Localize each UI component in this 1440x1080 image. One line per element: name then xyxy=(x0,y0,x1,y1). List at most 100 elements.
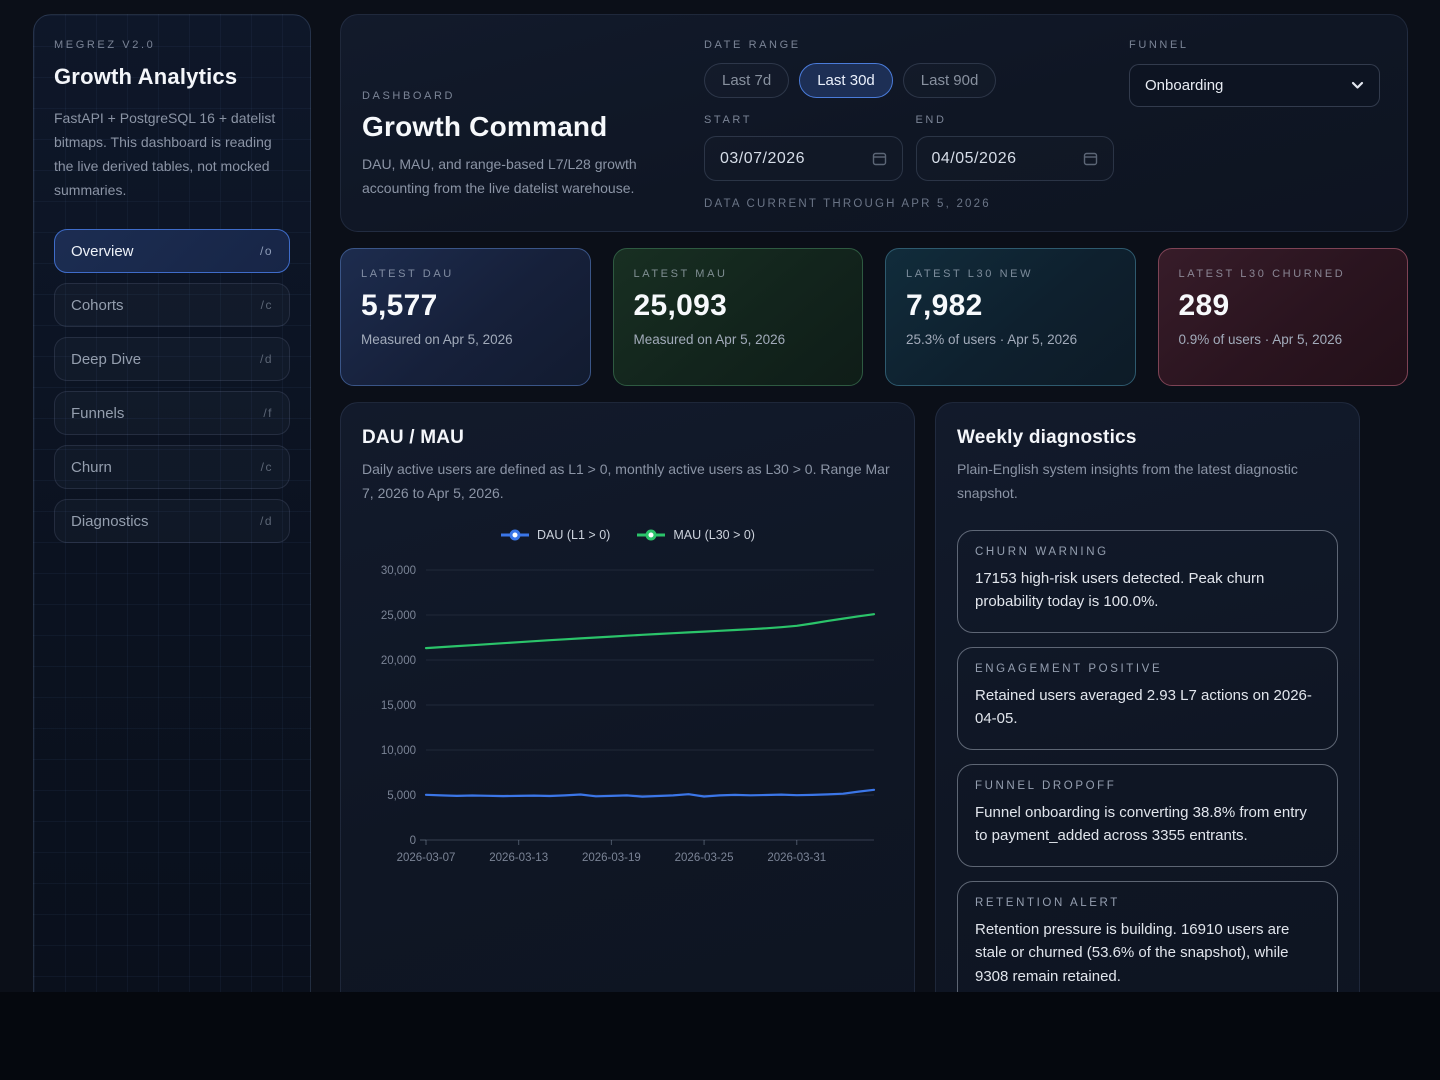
stat-subtext: 0.9% of users · Apr 5, 2026 xyxy=(1179,332,1388,347)
sidebar-item-shortcut: /f xyxy=(263,406,273,420)
sidebar-item-shortcut: /d xyxy=(260,514,273,528)
stats-row: LATEST DAU 5,577 Measured on Apr 5, 2026… xyxy=(340,248,1408,386)
start-date-value: 03/07/2026 xyxy=(720,150,805,168)
sidebar-item-label: Churn xyxy=(71,459,112,476)
bottom-row: DAU / MAU Daily active users are defined… xyxy=(340,402,1408,992)
range-last-90d-button[interactable]: Last 90d xyxy=(903,63,997,98)
x-axis-tick-label: 2026-03-07 xyxy=(397,852,456,864)
sidebar-description: FastAPI + PostgreSQL 16 + datelist bitma… xyxy=(54,106,290,202)
diagnostic-card-title: CHURN WARNING xyxy=(975,546,1320,558)
diagnostic-card-title: RETENTION ALERT xyxy=(975,897,1320,909)
sidebar-nav: Overview /o Cohorts /c Deep Dive /d Funn… xyxy=(54,229,290,543)
diagnostic-card-churn-warning: CHURN WARNING 17153 high-risk users dete… xyxy=(957,530,1338,633)
stat-value: 25,093 xyxy=(634,289,843,323)
header-left: DASHBOARD Growth Command DAU, MAU, and r… xyxy=(362,90,672,201)
sidebar-item-churn[interactable]: Churn /c xyxy=(54,445,290,489)
brand-label: MEGREZ V2.0 xyxy=(54,39,290,51)
sidebar-item-label: Funnels xyxy=(71,405,124,422)
series-line xyxy=(426,614,874,648)
date-controls: DATE RANGE Last 7d Last 30d Last 90d STA… xyxy=(704,39,1114,210)
funnel-selected-value: Onboarding xyxy=(1145,77,1223,94)
start-date-input[interactable]: 03/07/2026 xyxy=(704,136,903,181)
diagnostic-card-retention-alert: RETENTION ALERT Retention pressure is bu… xyxy=(957,881,1338,992)
range-last-30d-button[interactable]: Last 30d xyxy=(799,63,893,98)
stat-card-latest-l30-new: LATEST L30 NEW 7,982 25.3% of users · Ap… xyxy=(885,248,1136,386)
sidebar-item-label: Deep Dive xyxy=(71,351,141,368)
diagnostics-title: Weekly diagnostics xyxy=(957,427,1338,449)
x-axis-tick-label: 2026-03-13 xyxy=(489,852,548,864)
end-date-value: 04/05/2026 xyxy=(932,150,1017,168)
page-description: DAU, MAU, and range-based L7/L28 growth … xyxy=(362,153,672,201)
diagnostic-card-body: Funnel onboarding is converting 38.8% fr… xyxy=(975,801,1320,848)
chart-description: Daily active users are defined as L1 > 0… xyxy=(362,458,893,506)
diagnostics-description: Plain-English system insights from the l… xyxy=(957,458,1338,506)
main-content: DASHBOARD Growth Command DAU, MAU, and r… xyxy=(340,14,1408,992)
diagnostic-card-body: 17153 high-risk users detected. Peak chu… xyxy=(975,567,1320,614)
sidebar-item-shortcut: /c xyxy=(261,298,273,312)
legend-item: DAU (L1 > 0) xyxy=(500,528,610,542)
range-last-7d-button[interactable]: Last 7d xyxy=(704,63,789,98)
stat-card-latest-mau: LATEST MAU 25,093 Measured on Apr 5, 202… xyxy=(613,248,864,386)
sidebar-item-shortcut: /d xyxy=(260,352,273,366)
chart-legend: DAU (L1 > 0) MAU (L30 > 0) xyxy=(362,528,893,542)
chart-title: DAU / MAU xyxy=(362,427,893,449)
chevron-down-icon xyxy=(1351,81,1364,90)
app-viewport: MEGREZ V2.0 Growth Analytics FastAPI + P… xyxy=(0,0,1440,992)
sidebar-item-overview[interactable]: Overview /o xyxy=(54,229,290,273)
sidebar: MEGREZ V2.0 Growth Analytics FastAPI + P… xyxy=(33,14,311,992)
end-date-field: END 04/05/2026 xyxy=(916,114,1115,181)
dau-mau-panel: DAU / MAU Daily active users are defined… xyxy=(340,402,915,992)
funnel-select[interactable]: Onboarding xyxy=(1129,64,1380,107)
start-date-field: START 03/07/2026 xyxy=(704,114,903,181)
y-axis-tick-label: 25,000 xyxy=(381,610,416,622)
diagnostic-card-title: FUNNEL DROPOFF xyxy=(975,780,1320,792)
weekly-diagnostics-panel: Weekly diagnostics Plain-English system … xyxy=(935,402,1360,992)
dashboard-eyebrow: DASHBOARD xyxy=(362,90,672,102)
x-axis-tick-label: 2026-03-19 xyxy=(582,852,641,864)
start-label: START xyxy=(704,114,903,126)
y-axis-tick-label: 5,000 xyxy=(387,790,416,802)
page-title: Growth Command xyxy=(362,111,672,143)
sidebar-item-cohorts[interactable]: Cohorts /c xyxy=(54,283,290,327)
stat-card-latest-l30-churned: LATEST L30 CHURNED 289 0.9% of users · A… xyxy=(1158,248,1409,386)
calendar-icon[interactable] xyxy=(1083,151,1098,166)
stat-label: LATEST MAU xyxy=(634,268,843,280)
diagnostic-card-funnel-dropoff: FUNNEL DROPOFF Funnel onboarding is conv… xyxy=(957,764,1338,867)
y-axis-tick-label: 30,000 xyxy=(381,565,416,577)
stat-label: LATEST L30 CHURNED xyxy=(1179,268,1388,280)
header-card: DASHBOARD Growth Command DAU, MAU, and r… xyxy=(340,14,1408,232)
stat-subtext: Measured on Apr 5, 2026 xyxy=(361,332,570,347)
calendar-icon[interactable] xyxy=(872,151,887,166)
stat-value: 7,982 xyxy=(906,289,1115,323)
y-axis-tick-label: 10,000 xyxy=(381,745,416,757)
y-axis-tick-label: 0 xyxy=(410,835,416,847)
legend-item: MAU (L30 > 0) xyxy=(636,528,755,542)
diagnostic-card-title: ENGAGEMENT POSITIVE xyxy=(975,663,1320,675)
x-axis-tick-label: 2026-03-25 xyxy=(675,852,734,864)
end-label: END xyxy=(916,114,1115,126)
stat-label: LATEST L30 NEW xyxy=(906,268,1115,280)
date-range-buttons: Last 7d Last 30d Last 90d xyxy=(704,63,1114,98)
diagnostic-card-engagement-positive: ENGAGEMENT POSITIVE Retained users avera… xyxy=(957,647,1338,750)
diagnostic-card-body: Retention pressure is building. 16910 us… xyxy=(975,918,1320,989)
sidebar-item-diagnostics[interactable]: Diagnostics /d xyxy=(54,499,290,543)
legend-marker-icon xyxy=(500,529,530,541)
x-axis-tick-label: 2026-03-31 xyxy=(767,852,826,864)
sidebar-item-label: Overview xyxy=(71,243,134,260)
stat-value: 5,577 xyxy=(361,289,570,323)
funnel-control: FUNNEL Onboarding xyxy=(1129,39,1380,107)
series-line xyxy=(426,789,874,796)
sidebar-item-label: Diagnostics xyxy=(71,513,149,530)
sidebar-item-funnels[interactable]: Funnels /f xyxy=(54,391,290,435)
legend-label: DAU (L1 > 0) xyxy=(537,528,610,542)
dates-row: START 03/07/2026 END 04/05/2026 xyxy=(704,114,1114,181)
sidebar-item-shortcut: /c xyxy=(261,460,273,474)
end-date-input[interactable]: 04/05/2026 xyxy=(916,136,1115,181)
date-range-label: DATE RANGE xyxy=(704,39,1114,51)
funnel-label: FUNNEL xyxy=(1129,39,1380,51)
sidebar-item-label: Cohorts xyxy=(71,297,124,314)
sidebar-item-deep-dive[interactable]: Deep Dive /d xyxy=(54,337,290,381)
sidebar-item-shortcut: /o xyxy=(260,244,273,258)
stat-card-latest-dau: LATEST DAU 5,577 Measured on Apr 5, 2026 xyxy=(340,248,591,386)
y-axis-tick-label: 15,000 xyxy=(381,700,416,712)
